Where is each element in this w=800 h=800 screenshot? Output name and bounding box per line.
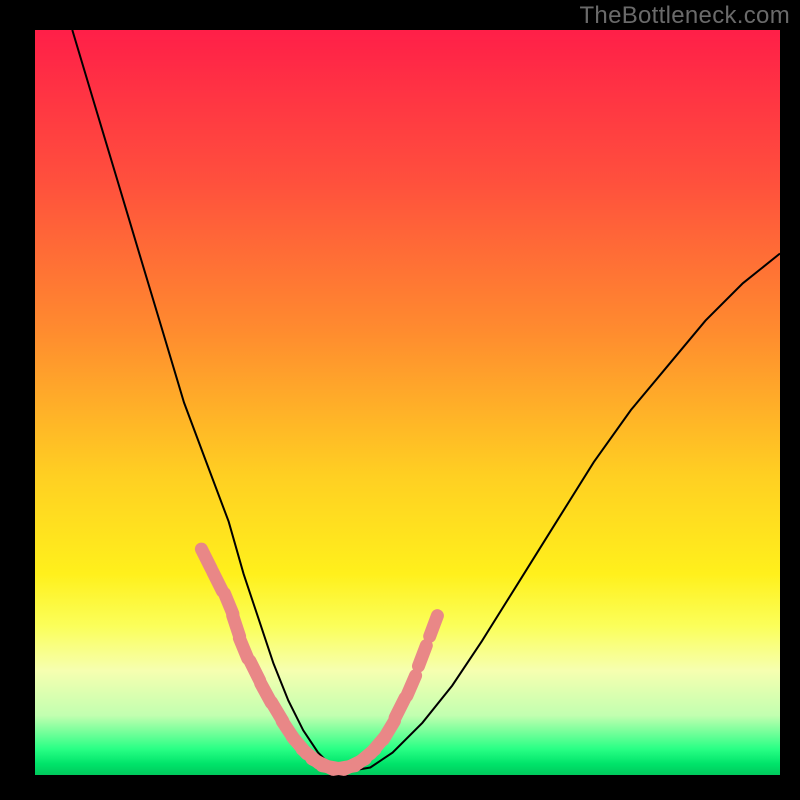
- plot-background: [35, 30, 780, 775]
- marker-capsule: [419, 646, 427, 667]
- marker-capsule: [407, 676, 416, 696]
- marker-capsule: [430, 616, 438, 637]
- chart-canvas: [0, 0, 800, 800]
- watermark-text: TheBottleneck.com: [579, 2, 790, 30]
